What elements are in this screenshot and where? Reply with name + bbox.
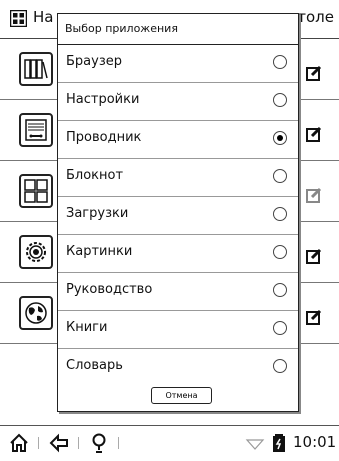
dialog-title: Выбор приложения: [65, 22, 178, 35]
edit-icon[interactable]: [306, 309, 322, 325]
separator: [78, 437, 79, 449]
radio-button[interactable]: [273, 207, 287, 221]
option-label: Загрузки: [66, 206, 129, 221]
grid-apps-icon: [19, 174, 53, 208]
home-icon[interactable]: [8, 432, 30, 454]
separator: [38, 437, 39, 449]
option-label: Блокнот: [66, 168, 124, 183]
radio-button[interactable]: [273, 55, 287, 69]
radio-button[interactable]: [273, 359, 287, 373]
app-chooser-dialog: Выбор приложения Браузер Настройки Прово…: [57, 13, 299, 412]
option-label: Книги: [66, 320, 108, 335]
apps-grid-icon[interactable]: [10, 10, 27, 27]
battery-icon: [273, 434, 285, 452]
dialog-title-bar: Выбор приложения: [58, 14, 298, 45]
globe-icon: [19, 296, 53, 330]
status-bar: 10:01: [0, 425, 339, 461]
bulb-icon[interactable]: [88, 432, 110, 454]
option-downloads[interactable]: Загрузки: [58, 197, 298, 235]
header-title-left: На: [33, 8, 54, 26]
radio-button[interactable]: [273, 93, 287, 107]
edit-icon[interactable]: [306, 126, 322, 142]
separator: [118, 437, 119, 449]
radio-button[interactable]: [273, 245, 287, 259]
option-label: Настройки: [66, 92, 140, 107]
wifi-icon: [245, 439, 265, 450]
option-pictures[interactable]: Картинки: [58, 235, 298, 273]
clock-time: 10:01: [293, 433, 337, 451]
edit-icon[interactable]: [306, 187, 322, 203]
option-label: Словарь: [66, 358, 123, 373]
option-books[interactable]: Книги: [58, 311, 298, 349]
radio-button[interactable]: [273, 321, 287, 335]
option-label: Картинки: [66, 244, 133, 259]
option-manual[interactable]: Руководство: [58, 273, 298, 311]
option-browser[interactable]: Браузер: [58, 45, 298, 83]
option-settings[interactable]: Настройки: [58, 83, 298, 121]
bookshelf-icon: [19, 52, 53, 86]
radio-button-selected[interactable]: [273, 131, 287, 145]
option-notepad[interactable]: Блокнот: [58, 159, 298, 197]
option-label: Браузер: [66, 54, 122, 69]
radio-button[interactable]: [273, 283, 287, 297]
cancel-button[interactable]: Отмена: [151, 387, 212, 404]
option-dictionary[interactable]: Словарь: [58, 349, 298, 387]
option-explorer[interactable]: Проводник: [58, 121, 298, 159]
edit-icon[interactable]: [306, 65, 322, 81]
edit-icon[interactable]: [306, 248, 322, 264]
gear-icon: [19, 235, 53, 269]
radio-button[interactable]: [273, 169, 287, 183]
back-icon[interactable]: [48, 432, 70, 454]
option-label: Проводник: [66, 130, 142, 145]
option-label: Руководство: [66, 282, 153, 297]
disk-drive-icon: [19, 113, 53, 147]
